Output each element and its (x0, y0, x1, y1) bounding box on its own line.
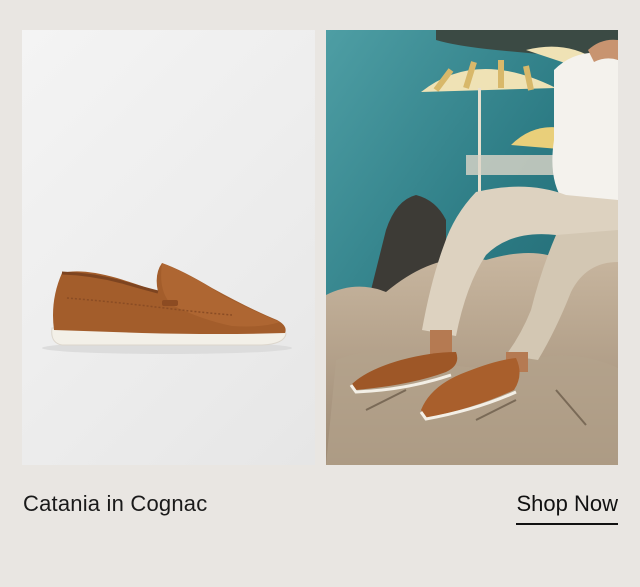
product-title: Catania in Cognac (23, 491, 208, 516)
lifestyle-image[interactable] (326, 30, 618, 465)
product-image[interactable] (22, 30, 315, 465)
shop-now-link[interactable]: Shop Now (516, 491, 618, 525)
loafer-icon (42, 263, 292, 354)
seaside-photo (326, 30, 618, 465)
promo-card: Catania in Cognac Shop Now (0, 0, 640, 587)
